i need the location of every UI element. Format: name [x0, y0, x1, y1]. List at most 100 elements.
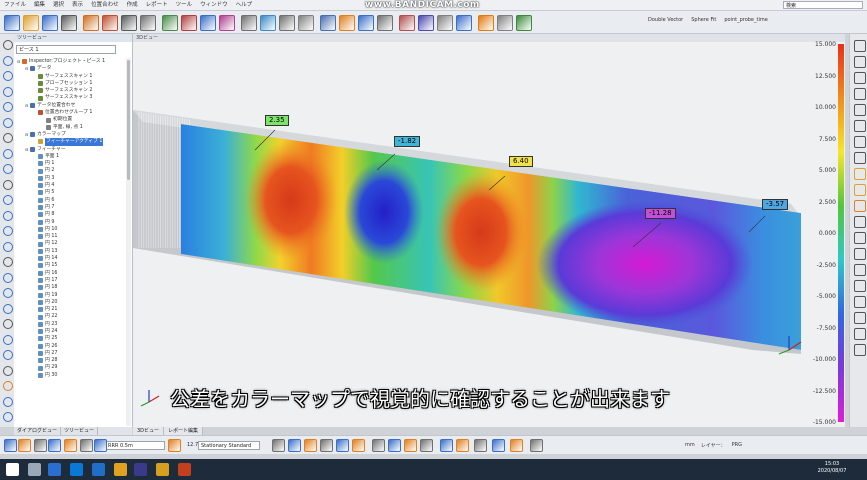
bottom-tool-icon-0[interactable] [4, 439, 17, 452]
left-tool-icon-8[interactable] [3, 164, 13, 174]
tree-item[interactable]: 円 27 [14, 350, 126, 357]
toolbar-tool-icon-25[interactable] [497, 15, 513, 31]
menu-item-1[interactable]: 編集 [30, 0, 49, 10]
tree-item[interactable]: 円 26 [14, 343, 126, 350]
bottom-tool-icon-15[interactable] [388, 439, 401, 452]
toolbar-tool-icon-24[interactable] [478, 15, 494, 31]
tree-item[interactable]: 円 28 [14, 357, 126, 364]
tree-item[interactable]: 円 11 [14, 233, 126, 240]
tree-item[interactable]: 円 7 [14, 204, 126, 211]
taskbar-app-icon-6[interactable] [134, 463, 147, 476]
right-tool-icon-5[interactable] [854, 120, 866, 132]
toolbar-tool-icon-14[interactable] [279, 15, 295, 31]
stationary-mode-select[interactable]: Stationary Standard [198, 441, 260, 450]
bottom-tool-icon-1[interactable] [18, 439, 31, 452]
tree-item[interactable]: 円 23 [14, 321, 126, 328]
tree-scrollbar[interactable] [126, 58, 131, 426]
right-tool-icon-14[interactable] [854, 264, 866, 276]
right-tool-icon-17[interactable] [854, 312, 866, 324]
toolbar-tool-icon-20[interactable] [399, 15, 415, 31]
right-tool-icon-1[interactable] [854, 56, 866, 68]
right-tool-icon-6[interactable] [854, 136, 866, 148]
right-tool-icon-8[interactable] [854, 168, 866, 180]
tree-scroll-thumb[interactable] [127, 60, 130, 180]
bottom-tool-icon-21[interactable] [492, 439, 505, 452]
tree-item[interactable]: 円 13 [14, 248, 126, 255]
left-tool-icon-19[interactable] [3, 334, 13, 345]
bottom-tool-icon-12[interactable] [336, 439, 349, 452]
bottom-tool-icon-16[interactable] [404, 439, 417, 452]
bottom-tool-icon-22[interactable] [510, 439, 523, 452]
bottom-tool-icon-19[interactable] [456, 439, 469, 452]
bottom-tool-icon-14[interactable] [372, 439, 385, 452]
right-tool-icon-16[interactable] [854, 296, 866, 308]
tree-item[interactable]: ⊟ データ [14, 65, 126, 72]
bottom-tool-icon-5[interactable] [80, 439, 93, 452]
right-tool-icon-0[interactable] [854, 40, 866, 52]
menu-item-4[interactable]: 位置合わせ [87, 0, 123, 10]
menu-item-2[interactable]: 選択 [49, 0, 68, 10]
left-tool-icon-15[interactable] [3, 272, 13, 283]
deviation-label-6-40[interactable]: 6.40 [509, 156, 533, 167]
tree-item[interactable]: 円 30 [14, 372, 126, 379]
left-tool-icon-22[interactable] [3, 381, 13, 391]
bottom-tool-icon-3[interactable] [48, 439, 61, 452]
toolbar-tool-icon-6[interactable] [121, 15, 137, 31]
left-tool-icon-7[interactable] [3, 148, 13, 159]
left-tool-icon-1[interactable] [3, 55, 13, 66]
left-tool-icon-13[interactable] [3, 241, 13, 252]
menu-item-9[interactable]: ヘルプ [232, 0, 257, 10]
tree-item[interactable]: 平面 1 [14, 153, 126, 160]
menu-item-0[interactable]: ファイル [0, 0, 30, 10]
tree-item[interactable]: 円 5 [14, 189, 126, 196]
tree-item[interactable]: ⊟ フィーチャー [14, 146, 126, 153]
tree-item[interactable]: フィーチャーアクティブ 1 [14, 138, 126, 146]
right-tool-icon-12[interactable] [854, 232, 866, 244]
left-tool-icon-3[interactable] [3, 86, 13, 97]
search-input[interactable]: 検索 [783, 1, 863, 9]
tree-item[interactable]: 円 19 [14, 292, 126, 299]
tab-dialog-view[interactable]: ダイアログビュー [14, 427, 62, 435]
left-tool-icon-4[interactable] [3, 102, 13, 112]
toolbar-tool-icon-10[interactable] [200, 15, 216, 31]
left-tool-icon-20[interactable] [3, 350, 13, 360]
taskbar-app-icon-2[interactable] [48, 463, 61, 476]
taskbar-app-icon-4[interactable] [92, 463, 105, 476]
menu-item-5[interactable]: 作成 [123, 0, 142, 10]
toolbar-tool-icon-15[interactable] [298, 15, 314, 31]
right-tool-icon-11[interactable] [854, 216, 866, 228]
toolbar-tool-icon-3[interactable] [61, 15, 77, 31]
right-tool-icon-4[interactable] [854, 104, 866, 116]
toolbar-tool-icon-12[interactable] [241, 15, 257, 31]
toolbar-tool-icon-9[interactable] [181, 15, 197, 31]
3d-viewport[interactable]: 3Dビュー [133, 34, 845, 427]
deviation-label-minus-11-28[interactable]: -11.28 [645, 208, 676, 219]
toolbar-tool-icon-7[interactable] [140, 15, 156, 31]
toolbar-tool-icon-23[interactable] [456, 15, 472, 31]
left-tool-icon-9[interactable] [3, 179, 13, 190]
tree-item[interactable]: 円 9 [14, 219, 126, 226]
tree-item[interactable]: 円 1 [14, 160, 126, 167]
left-tool-icon-21[interactable] [3, 365, 13, 376]
tree-item[interactable]: 円 2 [14, 167, 126, 174]
left-tool-icon-17[interactable] [3, 303, 13, 314]
left-tool-icon-5[interactable] [3, 117, 13, 128]
bottom-tool-icon-4[interactable] [64, 439, 77, 452]
toolbar-tool-icon-19[interactable] [377, 15, 393, 31]
taskbar-app-icon-1[interactable] [28, 463, 41, 476]
toolbar-tool-icon-5[interactable] [102, 15, 118, 31]
deviation-label-minus-3-57[interactable]: -3.57 [762, 199, 789, 210]
tree-item[interactable]: 円 18 [14, 284, 126, 291]
toolbar-tool-icon-11[interactable] [219, 15, 235, 31]
left-tool-icon-18[interactable] [3, 319, 13, 329]
menu-item-6[interactable]: レポート [142, 0, 172, 10]
right-tool-icon-19[interactable] [854, 344, 866, 356]
tree-item[interactable]: ⊟ カラーマップ [14, 131, 126, 138]
probe-select[interactable]: RRR 0.5m [105, 441, 165, 450]
left-tool-icon-10[interactable] [3, 195, 13, 205]
taskbar-clock[interactable]: 15:03 2020/08/07 [812, 461, 852, 475]
toolbar-tool-icon-26[interactable] [516, 15, 532, 31]
toolbar-tool-icon-8[interactable] [162, 15, 178, 31]
bottom-tool-icon-2[interactable] [34, 439, 47, 452]
left-tool-icon-12[interactable] [3, 226, 13, 236]
